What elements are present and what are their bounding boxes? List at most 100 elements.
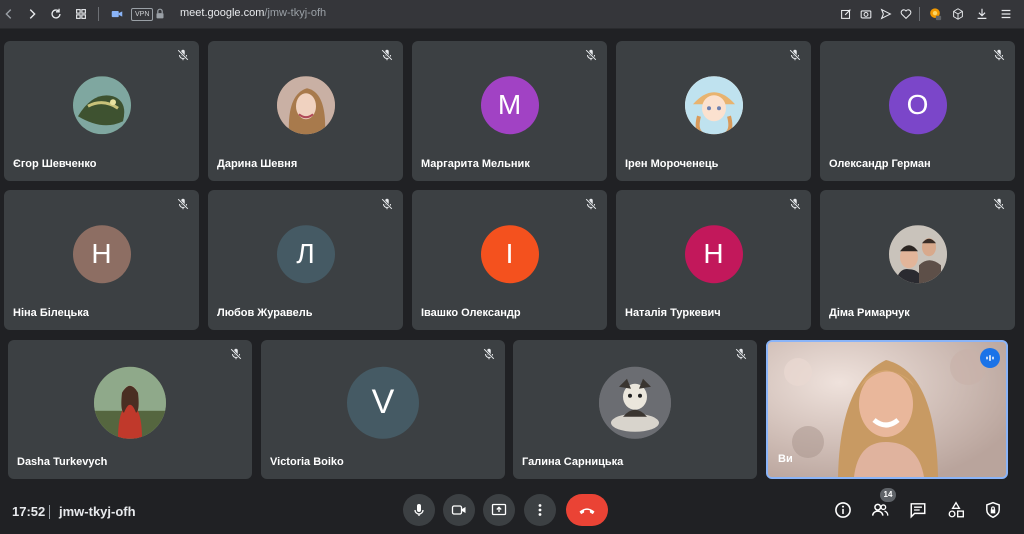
participant-name: Ірен Мороченець	[625, 158, 719, 170]
avatar	[684, 76, 743, 135]
participant-name: Єгор Шевченко	[13, 158, 97, 170]
mic-off-icon	[229, 347, 243, 361]
address-bar[interactable]: meet.google.com/jmw-tkyj-ofh	[180, 7, 326, 19]
participant-tile[interactable]: Л Любов Журавель	[208, 190, 403, 330]
participant-name: Олександр Герман	[829, 158, 931, 170]
more-vert-icon	[538, 504, 542, 516]
cube-icon[interactable]	[949, 5, 967, 23]
avatar	[276, 76, 335, 135]
self-video-feed	[768, 342, 1006, 477]
participant-tile[interactable]: Dasha Turkevych	[8, 340, 252, 479]
lock-icon[interactable]	[151, 5, 169, 23]
url-domain: meet.google.com	[180, 7, 265, 19]
mic-button[interactable]	[403, 494, 435, 526]
avatar	[72, 76, 131, 135]
chat-icon	[910, 503, 926, 519]
menu-icon[interactable]	[997, 5, 1015, 23]
self-video-tile[interactable]: Ви	[766, 340, 1008, 479]
leave-call-button[interactable]	[566, 494, 608, 526]
mic-off-icon	[734, 347, 748, 361]
avatar: Н	[72, 225, 131, 284]
present-button[interactable]	[483, 494, 515, 526]
avatar: Н	[684, 225, 743, 284]
participant-tile[interactable]: M Маргарита Мельник	[412, 41, 607, 181]
participant-name: Маргарита Мельник	[421, 158, 530, 170]
meeting-controls-bar: 17:52 jmw-tkyj-ofh	[0, 486, 1024, 534]
participant-tile[interactable]: Єгор Шевченко	[4, 41, 199, 181]
mic-off-icon	[584, 197, 598, 211]
hangup-icon	[579, 508, 595, 515]
mic-off-icon	[176, 197, 190, 211]
participant-name: Діма Римарчук	[829, 307, 910, 319]
host-controls-button[interactable]	[981, 498, 1005, 522]
clock: 17:52	[12, 504, 46, 519]
mic-off-icon	[584, 48, 598, 62]
browser-toolbar: VPN meet.google.com/jmw-tkyj-ofh	[0, 0, 1024, 29]
mic-off-icon	[788, 197, 802, 211]
send-icon[interactable]	[877, 5, 895, 23]
toolbar-divider	[919, 7, 920, 21]
participant-name: Victoria Boiko	[270, 456, 344, 468]
more-options-button[interactable]	[524, 494, 556, 526]
participant-tile[interactable]: Діма Римарчук	[820, 190, 1015, 330]
camera-indicator-icon[interactable]	[108, 5, 126, 23]
bottom-divider	[49, 505, 50, 519]
participant-tile[interactable]: Галина Сарницька	[513, 340, 757, 479]
participant-tile[interactable]: O Олександр Герман	[820, 41, 1015, 181]
mic-off-icon	[380, 197, 394, 211]
participant-tile[interactable]: V Victoria Boiko	[261, 340, 505, 479]
download-icon[interactable]	[973, 5, 991, 23]
participant-count-badge: 14	[880, 488, 896, 502]
self-name-label: Ви	[778, 453, 793, 465]
participant-tile[interactable]: Н Наталія Туркевич	[616, 190, 811, 330]
meeting-details-button[interactable]	[831, 498, 855, 522]
mic-icon	[414, 504, 424, 516]
reload-icon[interactable]	[47, 5, 65, 23]
host-controls-icon	[986, 501, 1000, 519]
camera-button[interactable]	[443, 494, 475, 526]
participant-name: Ніна Білецька	[13, 307, 89, 319]
speaking-indicator-icon	[980, 348, 1000, 368]
avatar: V	[347, 366, 419, 439]
toolbar-divider	[98, 7, 99, 21]
camera-icon	[451, 505, 466, 515]
extension-icon[interactable]	[926, 5, 944, 23]
mic-off-icon	[482, 347, 496, 361]
forward-icon[interactable]	[23, 5, 41, 23]
edit-icon[interactable]	[837, 5, 855, 23]
screenshot-icon[interactable]	[857, 5, 875, 23]
avatar: O	[888, 76, 947, 135]
heart-icon[interactable]	[897, 5, 915, 23]
info-icon	[835, 502, 851, 518]
mic-off-icon	[992, 48, 1006, 62]
avatar	[888, 225, 947, 284]
back-icon[interactable]	[0, 5, 18, 23]
avatar: І	[480, 225, 539, 284]
people-icon	[871, 503, 889, 516]
avatar: M	[480, 76, 539, 135]
mic-off-icon	[380, 48, 394, 62]
participant-name: Наталія Туркевич	[625, 307, 721, 319]
avatar: Л	[276, 225, 335, 284]
participant-tile[interactable]: Н Ніна Білецька	[4, 190, 199, 330]
participant-tile[interactable]: Ірен Мороченець	[616, 41, 811, 181]
tab-grid-icon[interactable]	[72, 5, 90, 23]
mic-off-icon	[992, 197, 1006, 211]
meeting-code: jmw-tkyj-ofh	[59, 504, 136, 519]
activities-button[interactable]	[944, 498, 968, 522]
mic-off-icon	[788, 48, 802, 62]
mic-off-icon	[176, 48, 190, 62]
activities-icon	[948, 501, 964, 518]
chat-button[interactable]	[906, 498, 930, 522]
participant-name: Любов Журавель	[217, 307, 313, 319]
participant-name: Дарина Шевня	[217, 158, 298, 170]
participant-name: Галина Сарницька	[522, 456, 624, 468]
avatar	[94, 366, 166, 439]
participant-tile[interactable]: Дарина Шевня	[208, 41, 403, 181]
url-path: /jmw-tkyj-ofh	[264, 7, 327, 19]
participant-name: Івашко Олександр	[421, 307, 521, 319]
participant-name: Dasha Turkevych	[17, 456, 108, 468]
participant-tile[interactable]: І Івашко Олександр	[412, 190, 607, 330]
present-icon	[491, 503, 507, 516]
avatar	[599, 366, 671, 439]
